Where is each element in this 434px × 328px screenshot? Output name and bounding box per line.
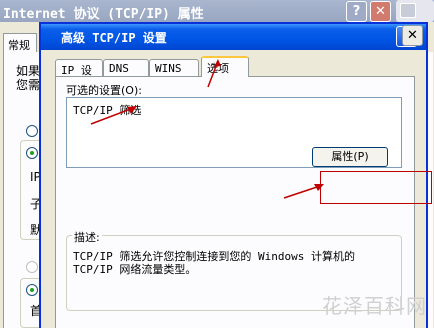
tab-options[interactable]: 选项 xyxy=(201,56,249,77)
tab-dns[interactable]: DNS xyxy=(103,59,149,76)
dialog-title: 高级 TCP/IP 设置 xyxy=(61,31,167,45)
back-radio-manual-dns[interactable] xyxy=(26,284,38,296)
list-item[interactable]: TCP/IP 筛选 xyxy=(73,102,141,118)
back-radio-auto-dns[interactable] xyxy=(26,261,38,273)
back-titlebar-extra xyxy=(396,0,434,22)
back-radio-auto-ip[interactable] xyxy=(26,125,38,137)
back-window-title: Internet 协议 (TCP/IP) 属性 xyxy=(3,7,204,22)
back-help-button[interactable]: ? xyxy=(346,1,367,22)
back-window-titlebar: Internet 协议 (TCP/IP) 属性 ? ✕ xyxy=(0,0,434,22)
back-radio-manual-ip[interactable] xyxy=(26,147,38,159)
optional-settings-label: 可选的设置(O): xyxy=(66,84,142,97)
dialog-titlebar: 高级 TCP/IP 设置 ? xyxy=(41,24,426,50)
tab-ip-settings[interactable]: IP 设置 xyxy=(55,59,103,93)
watermark: 花泽百科网 xyxy=(322,294,427,318)
properties-button[interactable]: 属性(P) xyxy=(312,147,388,167)
annotation-highlight-box xyxy=(320,171,432,204)
dialog-close-button[interactable]: ✕ xyxy=(402,25,423,46)
back-partial-text-2: 您需 xyxy=(16,78,41,92)
tab-wins[interactable]: WINS xyxy=(149,59,199,76)
back-tab-general[interactable]: 常规 xyxy=(3,33,37,53)
description-text: TCP/IP 筛选允许您控制连接到您的 Windows 计算机的 TCP/IP … xyxy=(73,250,355,276)
back-close-button[interactable]: ✕ xyxy=(370,1,391,22)
description-label: 描述: xyxy=(72,229,102,245)
